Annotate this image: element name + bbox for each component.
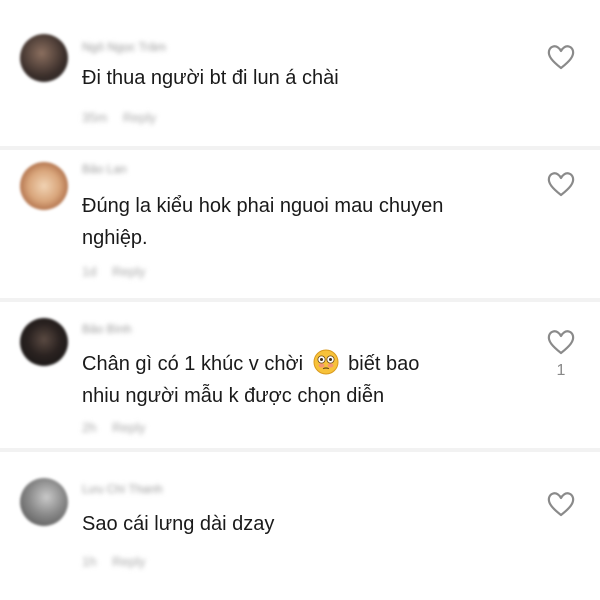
avatar[interactable] (20, 478, 68, 526)
comment-meta: 1h Reply (82, 554, 157, 569)
comment-text: Chân gì có 1 khúc v chời biết bao nhiu n… (82, 348, 540, 412)
like-count: 1 (556, 362, 566, 379)
comment-time: 2h (82, 420, 97, 435)
comment-text-part: biết bao (348, 353, 420, 375)
comment-text-line: Chân gì có 1 khúc v chời biết bao (82, 348, 540, 380)
comment-meta: 35m Reply (82, 110, 168, 125)
reply-button[interactable]: Reply (112, 264, 145, 279)
comment-username[interactable]: Ngô Ngọc Trâm (82, 40, 166, 54)
like-button[interactable] (546, 170, 576, 198)
avatar[interactable] (20, 162, 68, 210)
comment-time: 1h (82, 554, 97, 569)
comment-item: Ngô Ngọc Trâm Đi thua người bt đi lun á … (0, 0, 600, 146)
like-button[interactable] (546, 43, 576, 71)
comment-item: Lưu Chí Thanh Sao cái lưng dài dzay 1h R… (0, 452, 600, 600)
reply-button[interactable]: Reply (112, 554, 145, 569)
comment-item: Bảo Lan Đúng la kiểu hok phai nguoi mau … (0, 150, 600, 298)
comment-text-line: nghiệp. (82, 227, 148, 249)
like-button[interactable] (546, 490, 576, 518)
comment-text: Sao cái lưng dài dzay (82, 513, 275, 535)
comment-username[interactable]: Bảo Bình (82, 322, 131, 336)
comment-list: Ngô Ngọc Trâm Đi thua người bt đi lun á … (0, 0, 600, 600)
avatar[interactable] (20, 34, 68, 82)
like-button[interactable] (546, 328, 576, 356)
comment-username[interactable]: Lưu Chí Thanh (82, 482, 163, 496)
heart-outline-icon (547, 330, 575, 355)
comment-text: Đúng la kiểu hok phai nguoi mau chuyen n… (82, 190, 540, 254)
reply-button[interactable]: Reply (112, 420, 145, 435)
flushed-face-emoji (313, 349, 339, 375)
heart-outline-icon (547, 45, 575, 70)
comment-username[interactable]: Bảo Lan (82, 162, 127, 176)
comment-text-part: Chân gì có 1 khúc v chời (82, 353, 304, 375)
comment-time: 1d (82, 264, 97, 279)
comment-text: Đi thua người bt đi lun á chài (82, 67, 339, 89)
comment-text-line: nhiu người mẫu k được chọn diễn (82, 385, 385, 407)
heart-outline-icon (547, 492, 575, 517)
heart-outline-icon (547, 172, 575, 197)
comment-meta: 2h Reply (82, 420, 157, 435)
comment-item: Bảo Bình Chân gì có 1 khúc v chời biết b… (0, 302, 600, 448)
comment-meta: 1d Reply (82, 264, 157, 279)
comment-time: 35m (82, 110, 108, 125)
comment-text-line: Đúng la kiểu hok phai nguoi mau chuyen (82, 195, 444, 217)
reply-button[interactable]: Reply (123, 110, 156, 125)
avatar[interactable] (20, 318, 68, 366)
